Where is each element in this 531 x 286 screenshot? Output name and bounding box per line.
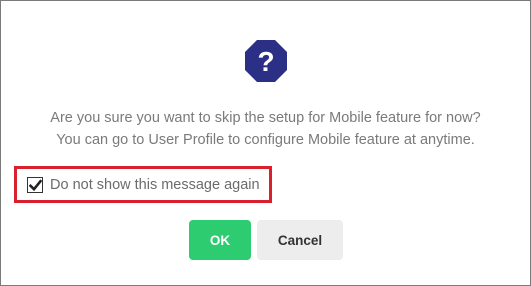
question-octagon-icon: ? [244, 39, 288, 83]
do-not-show-again-checkbox[interactable] [27, 177, 43, 193]
svg-text:?: ? [257, 46, 274, 77]
checkmark-icon [28, 178, 42, 191]
dialog-message: Are you sure you want to skip the setup … [1, 107, 530, 151]
message-line-2: You can go to User Profile to configure … [56, 132, 475, 148]
ok-button[interactable]: OK [189, 220, 251, 260]
do-not-show-again-label[interactable]: Do not show this message again [50, 177, 260, 193]
message-line-1: Are you sure you want to skip the setup … [50, 110, 481, 126]
skip-setup-dialog: ? Are you sure you want to skip the setu… [0, 0, 531, 286]
do-not-show-again-row[interactable]: Do not show this message again [27, 176, 260, 194]
cancel-button[interactable]: Cancel [257, 220, 343, 260]
